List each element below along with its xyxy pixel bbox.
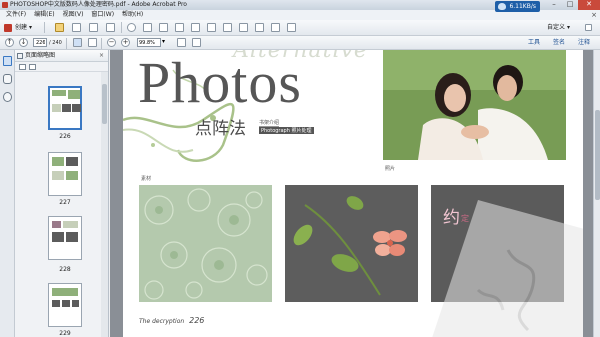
thumbnail-page-226[interactable] [48, 86, 82, 130]
subtitle-note: 书架介绍 [259, 120, 280, 127]
bird-icon [498, 3, 507, 10]
headline: Photos [138, 50, 302, 115]
page-footer: The decryption 226 [139, 316, 204, 325]
scroll-thumb[interactable] [102, 84, 107, 124]
create-button[interactable]: 创建 ▾ [3, 23, 32, 33]
gear-icon[interactable] [127, 23, 136, 32]
open-folder-icon[interactable] [55, 23, 64, 32]
thumbnail-label: 226 [59, 133, 71, 140]
page-thumbnails-icon[interactable] [3, 56, 12, 66]
zoom-in-icon[interactable]: + [121, 38, 130, 47]
document-view[interactable]: Alternative Photos 点阵法 书架介绍 Photograph 照… [110, 50, 593, 337]
create-label: 创建 [15, 24, 28, 31]
email-icon[interactable] [106, 23, 115, 32]
fit-width-icon[interactable] [192, 38, 201, 47]
properties-icon[interactable] [143, 23, 152, 32]
chevron-down-icon: ▾ [28, 24, 32, 31]
signature-icon[interactable] [3, 92, 12, 102]
chevron-down-icon[interactable]: ▾ [162, 38, 165, 45]
panel-title: 页面缩略图 [25, 52, 56, 59]
close-document-button[interactable]: × [591, 10, 597, 20]
link-icon[interactable] [271, 23, 280, 32]
thumbnail-panel: 页面缩略图 × 226 227 228 229 [15, 50, 109, 337]
subtitle-tag: Photograph 照片处理 [259, 127, 314, 134]
customize-dropdown[interactable]: 自定义 ▾ [547, 23, 570, 33]
select-arrow-icon[interactable] [73, 38, 82, 47]
scroll-thumb[interactable] [595, 110, 600, 200]
separator [101, 38, 102, 49]
panel-icon [17, 53, 23, 59]
hand-tool-icon[interactable] [88, 38, 97, 47]
menu-file[interactable]: 文件(F) [2, 10, 30, 20]
thumbnail-label: 229 [59, 330, 71, 337]
next-page-icon[interactable]: ↓ [19, 38, 28, 47]
separator [121, 22, 122, 33]
minimize-button[interactable]: – [546, 0, 562, 10]
thumbnail-page-227[interactable] [48, 152, 82, 196]
thumbnail-page-229[interactable] [48, 283, 82, 327]
panel-toolbar [15, 62, 108, 72]
material-label: 素材 [141, 176, 152, 182]
photo-label: 照片 [385, 166, 396, 172]
review-icon[interactable] [175, 23, 184, 32]
page-total: / 240 [49, 40, 62, 46]
create-icon [4, 24, 12, 32]
footer-text: The decryption [139, 318, 185, 325]
main-toolbar: 创建 ▾ 自定义 ▾ [0, 20, 600, 36]
fit-page-icon[interactable] [177, 38, 186, 47]
zoom-input[interactable] [137, 38, 161, 47]
pdf-page: Alternative Photos 点阵法 书架介绍 Photograph 照… [123, 50, 583, 337]
thumbnail-label: 227 [59, 199, 71, 206]
panel-scrollbar[interactable] [101, 72, 108, 337]
acrobat-app-icon [2, 2, 8, 8]
stamp-icon[interactable] [255, 23, 264, 32]
subtitle: 点阵法 [195, 119, 246, 139]
menu-view[interactable]: 视图(V) [59, 10, 88, 20]
tools-link[interactable]: 工具 [528, 38, 540, 48]
customize-label: 自定义 [547, 24, 566, 31]
separator [44, 22, 45, 33]
thumbnail-label: 228 [59, 266, 71, 273]
navigation-toolbar: ↑ ↓ / 240 − + ▾ 工具 签名 注释 [0, 36, 600, 50]
document-icon[interactable] [159, 23, 168, 32]
pages-icon[interactable] [191, 23, 200, 32]
flower-illustration [285, 185, 418, 302]
couple-photo [383, 50, 566, 160]
network-speed-badge: 6.11KB/s [495, 1, 540, 12]
previous-page-icon[interactable]: ↑ [5, 38, 14, 47]
sign-link[interactable]: 签名 [553, 38, 565, 48]
menu-edit[interactable]: 编辑(E) [30, 10, 58, 20]
window-title: PHOTOSHOP中文版数码人像处理密码.pdf - Adobe Acrobat… [10, 1, 187, 8]
attachment-icon[interactable] [3, 74, 12, 84]
print-icon[interactable] [89, 23, 98, 32]
chevron-down-icon: ▾ [566, 24, 570, 31]
navigation-rail [0, 50, 15, 337]
comment-link[interactable]: 注释 [578, 38, 590, 48]
page-number-input[interactable] [33, 38, 47, 47]
menu-window[interactable]: 窗口(W) [87, 10, 118, 20]
delete-icon[interactable] [29, 64, 36, 70]
material-texture [139, 185, 272, 302]
restore-button[interactable]: □ [562, 0, 578, 10]
footer-page-number: 226 [189, 316, 205, 325]
attach-icon[interactable] [287, 23, 296, 32]
close-panel-button[interactable]: × [99, 50, 104, 62]
save-icon[interactable] [72, 23, 81, 32]
crop-icon[interactable] [223, 23, 232, 32]
options-icon[interactable] [19, 64, 26, 70]
text-aa-icon[interactable] [239, 23, 248, 32]
panel-header: 页面缩略图 × [15, 50, 108, 62]
menu-help[interactable]: 帮助(H) [118, 10, 147, 20]
separator [66, 38, 67, 49]
edit-icon[interactable] [207, 23, 216, 32]
zoom-out-icon[interactable]: − [107, 38, 116, 47]
thumbnail-page-228[interactable] [48, 216, 82, 260]
expand-icon[interactable] [585, 24, 592, 31]
watermark-graphic [432, 200, 583, 337]
network-speed: 6.11KB/s [509, 3, 536, 10]
close-window-button[interactable]: ✕ [578, 0, 600, 10]
document-scrollbar[interactable] [593, 50, 600, 337]
